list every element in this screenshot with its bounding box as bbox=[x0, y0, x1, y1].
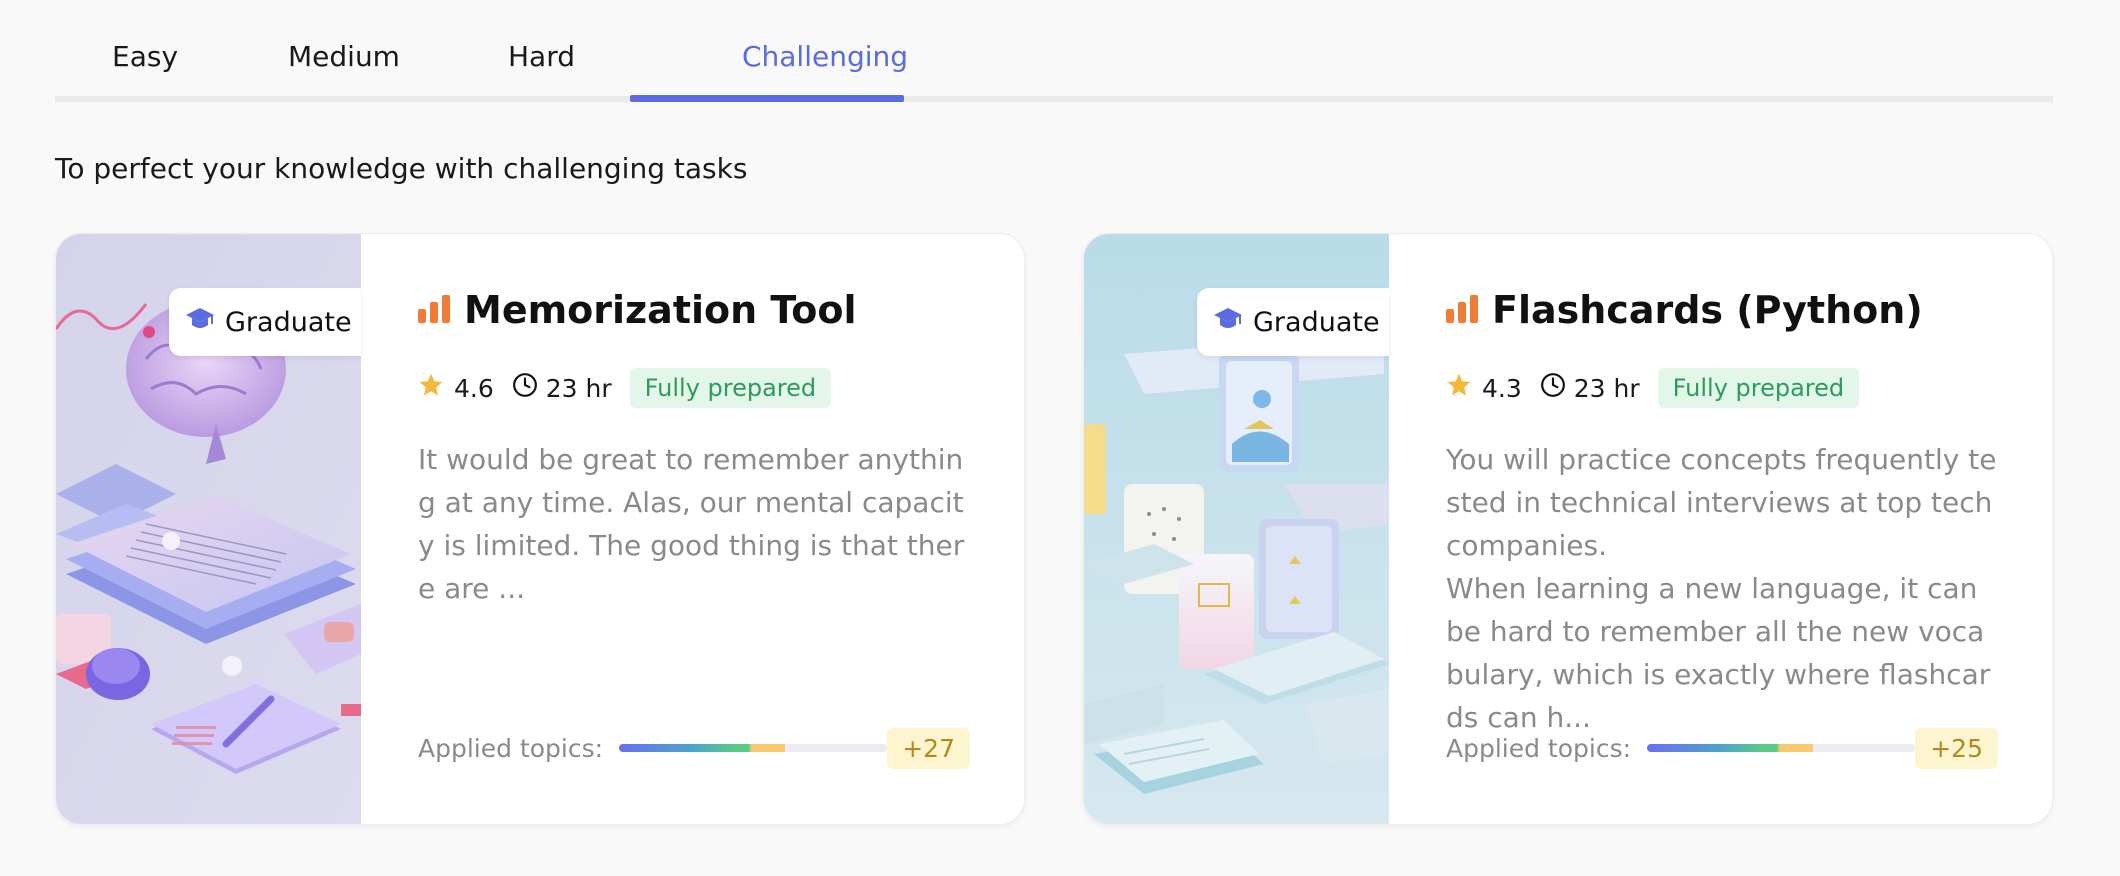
level-badge: Graduate bbox=[1197, 288, 1389, 356]
active-tab-indicator bbox=[630, 95, 904, 102]
card-description: You will practice concepts frequently te… bbox=[1446, 443, 1997, 734]
clock-icon bbox=[1540, 372, 1566, 404]
topics-progress-fill bbox=[1647, 744, 1814, 752]
duration-value: 23 hr bbox=[545, 373, 612, 403]
graduation-cap-icon bbox=[185, 306, 215, 339]
duration-value: 23 hr bbox=[1573, 373, 1640, 403]
applied-topics: Applied topics: +27 bbox=[418, 726, 970, 770]
topics-progress-bar bbox=[619, 744, 888, 752]
card-title[interactable]: Memorization Tool bbox=[464, 288, 857, 332]
rating-value: 4.3 bbox=[1482, 373, 1522, 403]
applied-topics: Applied topics: +25 bbox=[1446, 726, 1998, 770]
section-subtitle: To perfect your knowledge with challengi… bbox=[55, 152, 748, 185]
rating-value: 4.6 bbox=[454, 373, 494, 403]
signal-bars-icon bbox=[418, 293, 450, 327]
brain-illustration: Graduate bbox=[56, 234, 361, 824]
project-card[interactable]: Graduate Memorization Tool 4.6 23 hr Ful… bbox=[55, 233, 1025, 825]
signal-bars-icon bbox=[1446, 293, 1478, 327]
level-badge-label: Graduate bbox=[225, 306, 352, 338]
applied-topics-label: Applied topics: bbox=[418, 733, 604, 763]
status-badge: Fully prepared bbox=[629, 368, 832, 408]
tab-easy[interactable]: Easy bbox=[112, 40, 178, 96]
tab-challenging[interactable]: Challenging bbox=[688, 40, 962, 96]
tab-medium[interactable]: Medium bbox=[288, 40, 400, 96]
topics-count-badge[interactable]: +27 bbox=[887, 727, 970, 769]
flashcards-illustration: Graduate bbox=[1084, 234, 1389, 824]
status-badge: Fully prepared bbox=[1657, 368, 1860, 408]
star-icon bbox=[418, 372, 444, 404]
level-badge-label: Graduate bbox=[1253, 306, 1380, 338]
card-title[interactable]: Flashcards (Python) bbox=[1492, 288, 1923, 332]
tab-hard[interactable]: Hard bbox=[508, 40, 575, 96]
project-card[interactable]: Graduate Flashcards (Python) 4.3 23 hr F… bbox=[1083, 233, 2053, 825]
topics-progress-fill bbox=[619, 744, 786, 752]
clock-icon bbox=[512, 372, 538, 404]
difficulty-tabs: Easy Medium Hard Challenging bbox=[55, 0, 2053, 102]
graduation-cap-icon bbox=[1213, 306, 1243, 339]
applied-topics-label: Applied topics: bbox=[1446, 733, 1632, 763]
topics-count-badge[interactable]: +25 bbox=[1915, 727, 1998, 769]
level-badge: Graduate bbox=[169, 288, 361, 356]
star-icon bbox=[1446, 372, 1472, 404]
card-description: It would be great to remember anything a… bbox=[418, 443, 965, 605]
topics-progress-bar bbox=[1647, 744, 1916, 752]
